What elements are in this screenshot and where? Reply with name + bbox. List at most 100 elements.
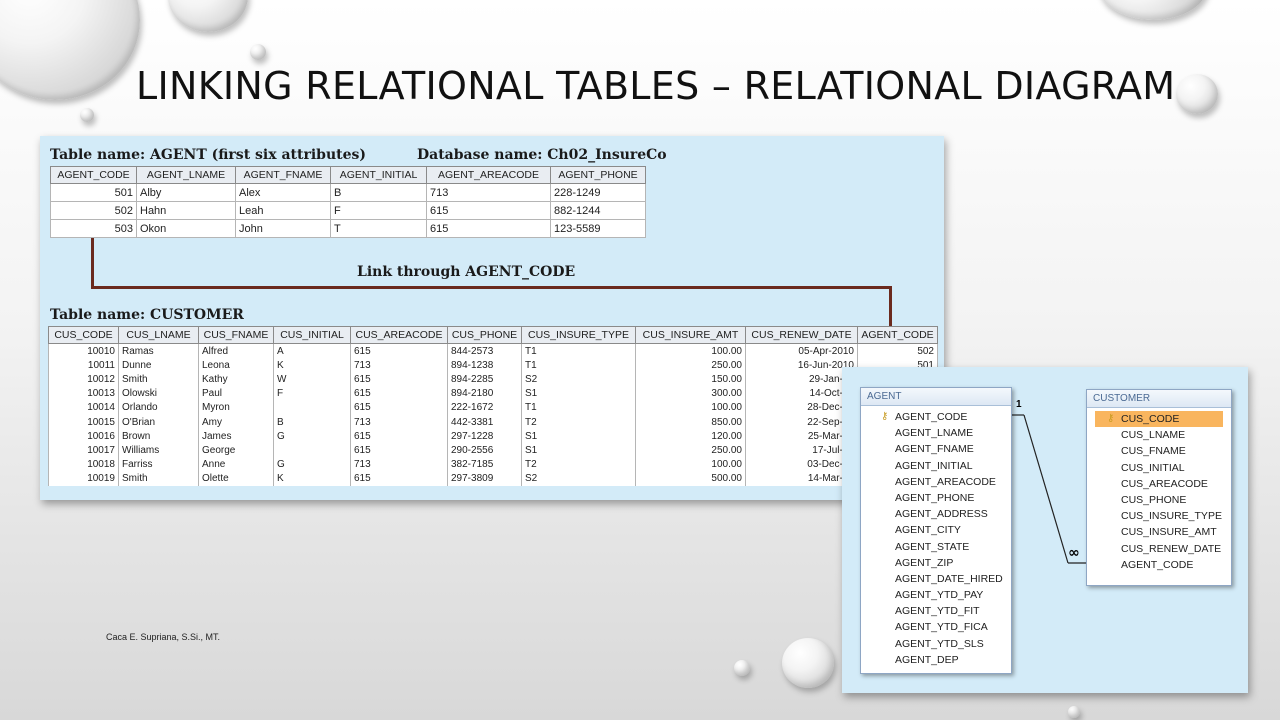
table-row: 502 Hahn Leah F 615 882-1244 bbox=[50, 201, 646, 220]
table-cell: 615 bbox=[350, 400, 448, 415]
field-label: CUS_FNAME bbox=[1121, 445, 1186, 458]
customer-entity-box[interactable]: CUSTOMER ⚷ CUS_CODE CUS_LNAME CUS_FNAME CUS_… bbox=[1086, 389, 1232, 586]
column-header: AGENT_FNAME bbox=[235, 166, 331, 184]
table-cell bbox=[273, 400, 351, 415]
table-cell: Dunne bbox=[118, 358, 199, 373]
table-cell: Olette bbox=[198, 471, 274, 486]
table-cell: 14-Oct-20 bbox=[745, 386, 858, 401]
table-cell: Okon bbox=[136, 219, 236, 238]
table-cell: W bbox=[273, 372, 351, 387]
table-cell: Brown bbox=[118, 429, 199, 444]
table-cell: O'Brian bbox=[118, 414, 199, 430]
primary-key-field[interactable]: ⚷ CUS_CODE bbox=[1095, 411, 1223, 428]
entity-field[interactable]: AGENT_YTD_SLS bbox=[861, 636, 1011, 652]
table-cell: F bbox=[273, 386, 351, 401]
entity-field[interactable]: AGENT_DATE_HIRED bbox=[861, 571, 1011, 587]
table-row: 10010 Ramas Alfred A 615 844-2573 T1 100.00 05-A… bbox=[48, 343, 938, 359]
table-cell: 17-Jul-20 bbox=[745, 443, 858, 458]
table-cell: 10016 bbox=[48, 429, 119, 444]
field-label: AGENT_INITIAL bbox=[895, 459, 973, 472]
entity-field[interactable]: AGENT_FNAME bbox=[861, 441, 1011, 457]
table-cell: Anne bbox=[198, 457, 274, 472]
table-cell: 615 bbox=[350, 471, 448, 486]
table-cell: 120.00 bbox=[635, 429, 746, 444]
primary-key-field[interactable]: ⚷ AGENT_CODE bbox=[861, 409, 1011, 425]
table-cell: 10011 bbox=[48, 358, 119, 373]
column-header: CUS_PHONE bbox=[447, 326, 522, 344]
entity-field[interactable]: CUS_RENEW_DATE bbox=[1087, 541, 1231, 557]
entity-title: AGENT bbox=[861, 388, 1011, 406]
entity-field[interactable]: CUS_PHONE bbox=[1087, 492, 1231, 508]
one-cardinality-label: 1 bbox=[1016, 399, 1022, 410]
table-cell: Kathy bbox=[198, 372, 274, 387]
table-cell: Smith bbox=[118, 471, 199, 486]
entity-field[interactable]: AGENT_YTD_FICA bbox=[861, 619, 1011, 635]
column-header: CUS_LNAME bbox=[118, 326, 199, 344]
table-cell: 500.00 bbox=[635, 471, 746, 486]
slide-title: LINKING RELATIONAL TABLES – RELATIONAL D… bbox=[136, 64, 1176, 108]
entity-field[interactable]: AGENT_AREACODE bbox=[861, 474, 1011, 490]
entity-field[interactable]: AGENT_DEP bbox=[861, 652, 1011, 668]
table-row: 10011 Dunne Leona K 713 894-1238 T1 250.00 16-Ju… bbox=[48, 358, 938, 373]
table-cell: 882-1244 bbox=[550, 201, 646, 220]
agent-entity-box[interactable]: AGENT ⚷ AGENT_CODE AGENT_LNAME AGENT_FNAME A… bbox=[860, 387, 1012, 674]
link-caption: Link through AGENT_CODE bbox=[357, 264, 576, 280]
table-cell: 10019 bbox=[48, 471, 119, 486]
entity-field[interactable]: AGENT_YTD_PAY bbox=[861, 587, 1011, 603]
column-header: CUS_INITIAL bbox=[273, 326, 351, 344]
entity-field[interactable]: AGENT_CODE bbox=[1087, 557, 1231, 573]
table-cell: Alby bbox=[136, 183, 236, 202]
table-cell: 250.00 bbox=[635, 358, 746, 373]
table-cell: 10017 bbox=[48, 443, 119, 458]
table-cell: S1 bbox=[521, 429, 636, 444]
water-drop-decoration bbox=[1068, 706, 1080, 718]
entity-field[interactable]: CUS_INSURE_TYPE bbox=[1087, 508, 1231, 524]
field-label: AGENT_FNAME bbox=[895, 443, 974, 456]
entity-field[interactable]: AGENT_YTD_FIT bbox=[861, 603, 1011, 619]
entity-field[interactable]: AGENT_CITY bbox=[861, 522, 1011, 538]
field-label: CUS_LNAME bbox=[1121, 429, 1186, 442]
table-cell: Williams bbox=[118, 443, 199, 458]
entity-field[interactable]: AGENT_ADDRESS bbox=[861, 506, 1011, 522]
entity-field[interactable]: CUS_LNAME bbox=[1087, 427, 1231, 443]
table-row: 10018 Farriss Anne G 713 382-7185 T2 100.00 03-D… bbox=[48, 457, 938, 472]
table-cell: B bbox=[330, 183, 427, 202]
table-cell: T bbox=[330, 219, 427, 238]
entity-field[interactable]: AGENT_ZIP bbox=[861, 555, 1011, 571]
customer-table: CUS_CODE CUS_LNAME CUS_FNAME CUS_INITIAL… bbox=[48, 326, 938, 486]
entity-field[interactable]: AGENT_STATE bbox=[861, 539, 1011, 555]
water-drop-decoration bbox=[1098, 0, 1208, 20]
column-header: CUS_AREACODE bbox=[350, 326, 448, 344]
entity-field[interactable]: AGENT_INITIAL bbox=[861, 458, 1011, 474]
table-cell: 713 bbox=[350, 457, 448, 472]
key-icon: ⚷ bbox=[881, 411, 889, 422]
table-cell: 28-Dec-20 bbox=[745, 400, 858, 415]
customer-table-caption: Table name: CUSTOMER bbox=[50, 307, 244, 323]
table-cell: 615 bbox=[350, 443, 448, 458]
table-row: 10014 Orlando Myron 615 222-1672 T1 100.00 28-D… bbox=[48, 400, 938, 415]
table-cell: 22-Sep-20 bbox=[745, 414, 858, 430]
field-label: CUS_INITIAL bbox=[1121, 461, 1185, 474]
table-cell: S2 bbox=[521, 372, 636, 387]
water-drop-decoration bbox=[250, 44, 266, 60]
field-label: AGENT_DATE_HIRED bbox=[895, 572, 1003, 585]
table-row: 501 Alby Alex B 713 228-1249 bbox=[50, 183, 646, 202]
entity-field[interactable]: AGENT_LNAME bbox=[861, 425, 1011, 441]
entity-field[interactable]: CUS_FNAME bbox=[1087, 443, 1231, 459]
table-cell: 228-1249 bbox=[550, 183, 646, 202]
entity-field[interactable]: CUS_AREACODE bbox=[1087, 476, 1231, 492]
water-drop-decoration bbox=[168, 0, 248, 32]
agent-table: AGENT_CODE AGENT_LNAME AGENT_FNAME AGENT… bbox=[50, 166, 646, 238]
field-label: CUS_RENEW_DATE bbox=[1121, 542, 1222, 555]
database-caption: Database name: Ch02_InsureCo bbox=[417, 147, 667, 163]
entity-field[interactable]: CUS_INITIAL bbox=[1087, 460, 1231, 476]
table-cell: 615 bbox=[426, 201, 551, 220]
entity-field[interactable]: AGENT_PHONE bbox=[861, 490, 1011, 506]
table-cell: 10013 bbox=[48, 386, 119, 401]
water-drop-decoration bbox=[80, 108, 94, 122]
column-header: AGENT_AREACODE bbox=[426, 166, 551, 184]
key-icon: ⚷ bbox=[1107, 413, 1115, 424]
entity-field[interactable]: CUS_INSURE_AMT bbox=[1087, 524, 1231, 540]
table-cell: 615 bbox=[350, 429, 448, 444]
table-cell: A bbox=[273, 343, 351, 359]
